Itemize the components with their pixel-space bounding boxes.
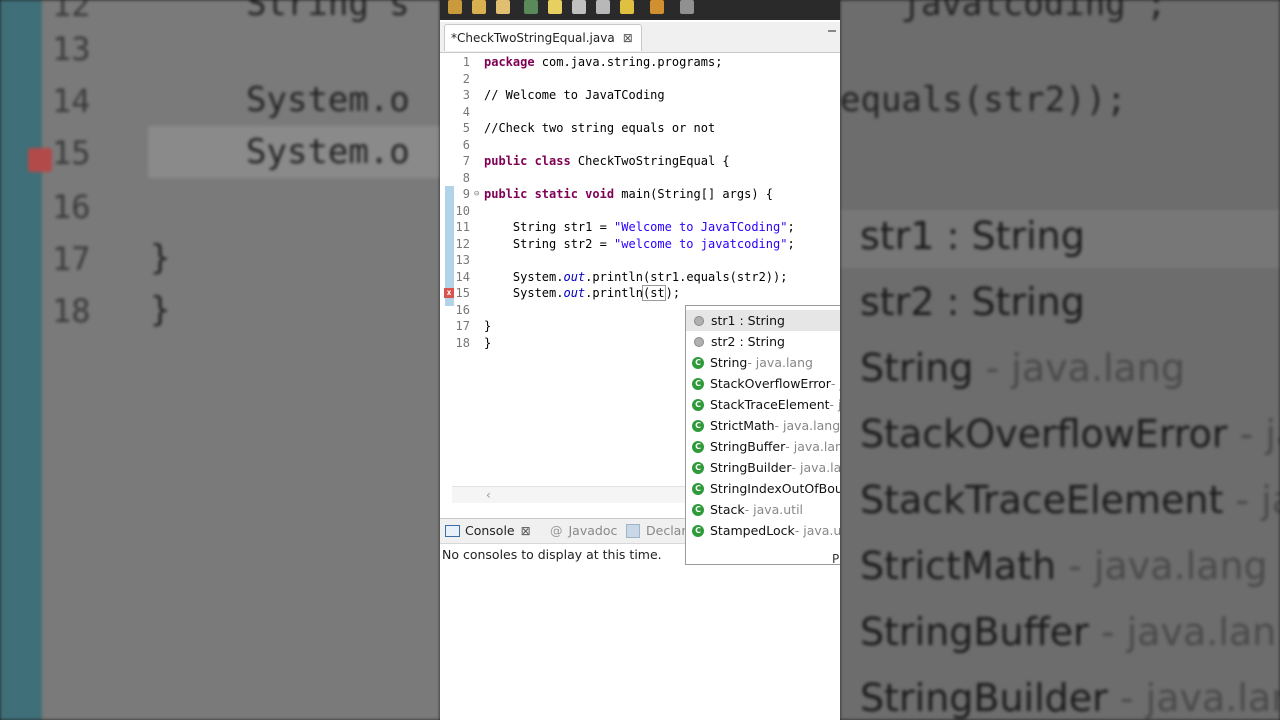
- background-zoom-left: 12 13 14 15 16 17 18 String s System.o S…: [0, 0, 440, 720]
- background-code-line: }: [150, 238, 171, 278]
- background-suggestion: StringBuffer - java.lan: [860, 610, 1277, 654]
- background-line-number: 16: [52, 188, 91, 226]
- class-icon: C: [692, 440, 704, 453]
- paren-match-box: (st: [641, 285, 666, 301]
- code-line-current: x 15 System.out.println(st);: [440, 285, 840, 302]
- background-code-line: 'javatcoding';: [880, 0, 1167, 24]
- scroll-left-icon[interactable]: ‹: [486, 488, 491, 502]
- console-empty-message: No consoles to display at this time.: [442, 547, 662, 562]
- code-line: 4: [462, 104, 470, 119]
- main-toolbar: [440, 0, 840, 20]
- toolbar-nav-back-icon[interactable]: [680, 0, 694, 14]
- background-code-line: System.o: [246, 80, 410, 120]
- background-line-number: 15: [52, 134, 91, 172]
- code-line: 8: [462, 170, 470, 185]
- background-gutter: [0, 0, 42, 720]
- background-line-number: 12: [52, 0, 91, 24]
- class-icon: C: [692, 503, 704, 516]
- code-line: 1 package com.java.string.programs;: [462, 55, 723, 69]
- background-error-marker: [28, 148, 52, 172]
- code-line: 3// Welcome to JavaTCoding: [462, 88, 665, 102]
- toolbar-run-icon[interactable]: [496, 0, 510, 14]
- suggestion-item[interactable]: C StrictMath - java.lang: [686, 415, 840, 436]
- class-icon: C: [692, 377, 704, 390]
- toolbar-doc-icon[interactable]: [572, 0, 586, 14]
- background-suggestion: str1 : String: [860, 214, 1085, 258]
- class-icon: C: [692, 356, 704, 369]
- code-line: 13: [455, 253, 470, 267]
- toolbar-nav-up-icon[interactable]: [650, 0, 664, 14]
- suggestion-item[interactable]: CStackOverflowError - j: [686, 373, 840, 394]
- code-line: 7 public class CheckTwoStringEqual {: [462, 154, 730, 168]
- declaration-icon: [626, 523, 640, 538]
- console-icon: [445, 524, 460, 537]
- local-variable-icon: [694, 336, 704, 347]
- code-line: 14 System.out.println(str1.equals(str2))…: [455, 269, 788, 284]
- background-code-line: System.o: [246, 132, 410, 172]
- background-line-number: 17: [52, 240, 91, 278]
- code-line: 11 String str1 = "Welcome to JavaTCoding…: [455, 220, 795, 234]
- tab-declaration[interactable]: Declar: [626, 523, 686, 538]
- close-icon[interactable]: ⊠: [521, 524, 531, 538]
- suggestion-item[interactable]: C StampedLock - java.u: [686, 520, 840, 541]
- tab-console[interactable]: Console ⊠: [445, 523, 531, 538]
- toolbar-open-icon[interactable]: [472, 0, 486, 14]
- background-code-line: equals(str2));: [840, 80, 1127, 120]
- background-suggestion: StackOverflowError - ja: [860, 412, 1280, 456]
- background-line-number: 14: [52, 82, 91, 120]
- suggestion-item[interactable]: str1 : String: [686, 310, 840, 331]
- code-line: 12 String str2 = "welcome to javatcoding…: [455, 236, 795, 251]
- class-icon: C: [692, 461, 704, 474]
- background-suggestion: String - java.lang: [860, 346, 1186, 390]
- code-line: 5//Check two string equals or not: [462, 121, 716, 135]
- suggestion-item[interactable]: C Stack - java.util: [686, 499, 840, 520]
- editor-tabbar: *CheckTwoStringEqual.java ⊠: [440, 22, 840, 53]
- code-line: 10: [455, 203, 470, 218]
- toolbar-highlight-icon[interactable]: [548, 0, 562, 14]
- suggestion-item[interactable]: CStringBuilder - java.lan: [686, 457, 840, 478]
- code-line: 6: [462, 137, 470, 152]
- background-line-number: 18: [52, 292, 91, 330]
- background-code-line: }: [150, 290, 171, 330]
- tab-checktwostringequal[interactable]: *CheckTwoStringEqual.java ⊠: [444, 24, 642, 51]
- background-suggestion: StackTraceElement - ja: [860, 478, 1280, 522]
- background-zoom-right: 'javatcoding'; equals(str2)); str1 : Str…: [840, 0, 1280, 720]
- background-suggestion: str2 : String: [860, 280, 1085, 324]
- popup-status-text: P: [832, 552, 840, 566]
- suggestion-item[interactable]: C String - java.lang: [686, 352, 840, 373]
- code-line: 2: [462, 71, 470, 86]
- class-icon: C: [692, 398, 704, 411]
- toolbar-pilcrow-icon[interactable]: [596, 0, 610, 14]
- toolbar-folder-icon[interactable]: [448, 0, 462, 14]
- horizontal-scrollbar[interactable]: ‹: [452, 486, 692, 503]
- class-icon: C: [692, 482, 704, 495]
- suggestion-item[interactable]: CStackTraceElement - ja: [686, 394, 840, 415]
- tab-javadoc[interactable]: @ Javadoc: [550, 523, 617, 538]
- background-suggestion: StrictMath - java.lang: [860, 544, 1268, 588]
- code-line: 9 ⊖ public static void main(String[] args)…: [462, 186, 773, 203]
- suggestion-item[interactable]: C StringBuffer - java.lan: [686, 436, 840, 457]
- background-suggestion: StringBuilder - java.lan: [860, 676, 1280, 720]
- background-code-line: String s: [246, 0, 410, 24]
- tab-label: *CheckTwoStringEqual.java: [451, 31, 615, 45]
- toolbar-debug-icon[interactable]: [524, 0, 538, 14]
- local-variable-icon: [694, 315, 704, 326]
- javadoc-icon: @: [550, 523, 563, 538]
- suggestion-item[interactable]: str2 : String: [686, 331, 840, 352]
- background-line-number: 13: [52, 30, 91, 68]
- suggestion-item[interactable]: C StringIndexOutOfBou: [686, 478, 840, 499]
- class-icon: C: [692, 419, 704, 432]
- eclipse-window: *CheckTwoStringEqual.java ⊠ 1 package com…: [440, 0, 840, 720]
- fold-minus-icon[interactable]: ⊖: [474, 186, 479, 203]
- content-assist-popup[interactable]: str1 : String str2 : String C String - ja…: [685, 305, 840, 565]
- toolbar-annotation-icon[interactable]: [620, 0, 634, 14]
- minimize-icon[interactable]: [828, 30, 836, 32]
- close-icon[interactable]: ⊠: [623, 31, 633, 45]
- class-icon: C: [692, 524, 704, 537]
